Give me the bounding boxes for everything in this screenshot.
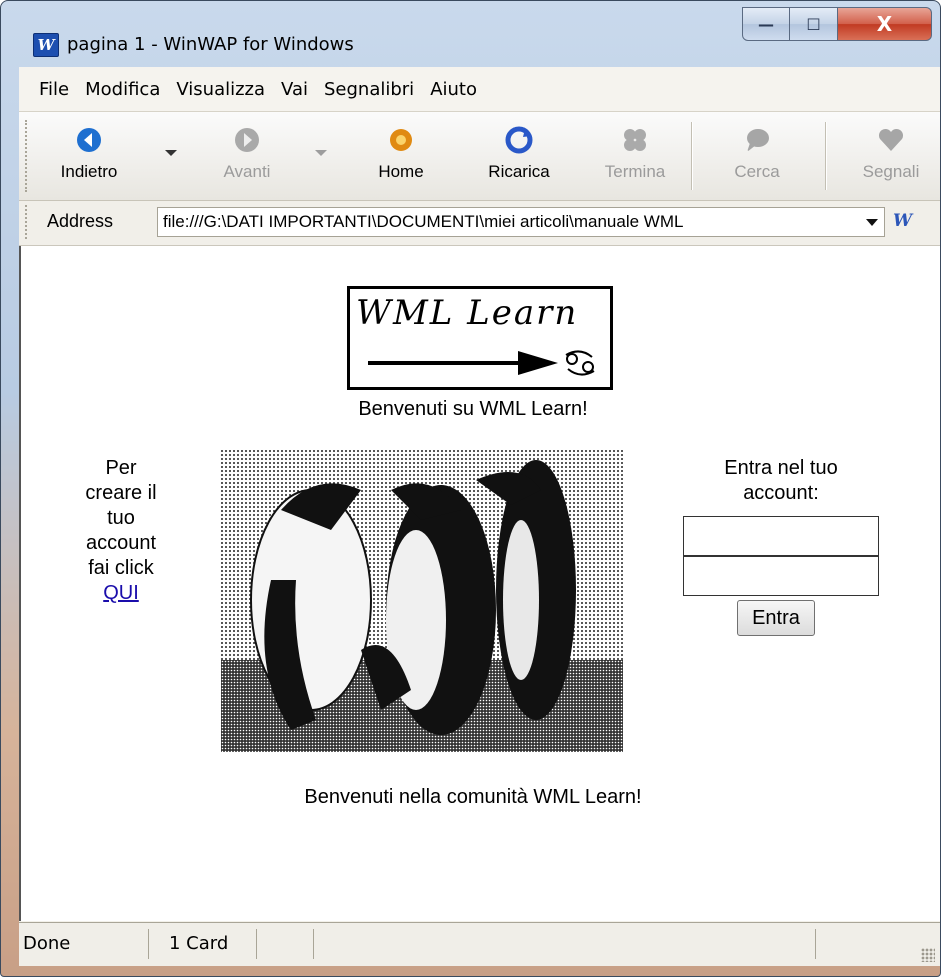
signup-link[interactable]: QUI — [57, 581, 185, 606]
stop-label: Termina — [604, 162, 666, 181]
resize-grip-icon[interactable] — [921, 948, 935, 962]
reload-label: Ricarica — [488, 162, 550, 181]
welcome-heading: Benvenuti su WML Learn! — [358, 398, 588, 420]
community-welcome: Benvenuti nella comunità WML Learn! — [304, 786, 642, 808]
menu-segnalibri[interactable]: Segnalibri — [316, 79, 422, 100]
page-content: WML Learn Benvenuti su WML Learn! Per cr… — [19, 246, 940, 921]
menu-bar: File Modifica Visualizza Vai Segnalibri … — [19, 67, 940, 112]
toolbar-separator — [825, 122, 827, 190]
home-icon — [390, 129, 412, 151]
toolbar-separator — [691, 122, 693, 190]
back-label: Indietro — [60, 162, 118, 181]
signup-line: Per — [105, 457, 137, 479]
card-count: 1 Card — [153, 929, 257, 959]
forward-arrow-icon — [235, 128, 259, 152]
menu-file[interactable]: File — [19, 79, 77, 100]
window-controls: — ☐ X — [742, 7, 932, 43]
signup-line: account — [85, 532, 157, 554]
signup-line: tuo — [107, 507, 135, 529]
back-dropdown-icon[interactable] — [165, 150, 177, 156]
forward-label: Avanti — [223, 162, 271, 181]
enter-button[interactable]: Entra — [737, 600, 815, 636]
address-input[interactable]: file:///G:\DATI IMPORTANTI\DOCUMENTI\mie… — [157, 207, 885, 237]
stop-icon — [624, 129, 646, 151]
toolbar: Indietro Avanti Home Ricarica Termina Ce… — [19, 112, 940, 201]
back-arrow-icon — [77, 128, 101, 152]
logo-text: WML Learn — [356, 293, 579, 333]
address-label: Address — [47, 211, 114, 231]
minimize-button[interactable]: — — [742, 7, 790, 41]
winwap-logo-icon[interactable]: W — [893, 211, 912, 231]
reload-button[interactable]: Ricarica — [467, 120, 571, 194]
arrow-cancer-icon — [368, 350, 595, 376]
status-text: Done — [19, 929, 149, 959]
signup-line: creare il — [85, 482, 157, 504]
address-grip[interactable] — [25, 205, 31, 239]
search-button[interactable]: Cerca — [709, 120, 805, 194]
menu-vai[interactable]: Vai — [273, 79, 316, 100]
penguins-image — [221, 450, 623, 752]
forward-dropdown-icon[interactable] — [315, 150, 327, 156]
title-bar[interactable]: W pagina 1 - WinWAP for Windows — ☐ X — [1, 1, 940, 61]
password-input[interactable] — [683, 556, 879, 596]
client-area: File Modifica Visualizza Vai Segnalibri … — [19, 67, 940, 966]
back-button[interactable]: Indietro — [41, 120, 137, 194]
login-line: Entra nel tuo — [724, 457, 838, 479]
reload-icon — [505, 126, 533, 154]
winwap-app-icon[interactable]: W — [33, 33, 59, 57]
address-value: file:///G:\DATI IMPORTANTI\DOCUMENTI\mie… — [163, 212, 684, 231]
address-bar: Address file:///G:\DATI IMPORTANTI\DOCUM… — [19, 201, 940, 246]
window-title: pagina 1 - WinWAP for Windows — [67, 34, 354, 55]
username-input[interactable] — [683, 516, 879, 556]
maximize-button[interactable]: ☐ — [790, 7, 838, 41]
status-panel — [315, 929, 816, 959]
app-window: W pagina 1 - WinWAP for Windows — ☐ X Fi… — [0, 0, 941, 977]
stop-button[interactable]: Termina — [587, 120, 683, 194]
close-button[interactable]: X — [838, 7, 932, 41]
menu-modifica[interactable]: Modifica — [77, 79, 168, 100]
status-bar: Done 1 Card — [19, 922, 940, 966]
signup-prompt: Per creare il tuo account fai click QUI — [57, 456, 185, 606]
signup-line: fai click — [88, 557, 154, 579]
login-prompt: Entra nel tuo account: — [683, 456, 879, 506]
home-button[interactable]: Home — [353, 120, 449, 194]
bookmarks-label: Segnali — [862, 162, 920, 181]
login-line: account: — [743, 482, 819, 504]
search-bubble-icon — [747, 129, 769, 152]
toolbar-grip[interactable] — [25, 120, 31, 192]
address-dropdown-icon[interactable] — [866, 219, 878, 226]
menu-visualizza[interactable]: Visualizza — [168, 79, 273, 100]
menu-aiuto[interactable]: Aiuto — [422, 79, 485, 100]
forward-button[interactable]: Avanti — [199, 120, 295, 194]
wml-learn-logo: WML Learn — [347, 286, 613, 390]
search-label: Cerca — [734, 162, 780, 181]
status-panel — [259, 929, 314, 959]
home-label: Home — [378, 162, 424, 181]
heart-icon — [878, 128, 904, 151]
bookmarks-button[interactable]: Segnali — [841, 120, 940, 194]
